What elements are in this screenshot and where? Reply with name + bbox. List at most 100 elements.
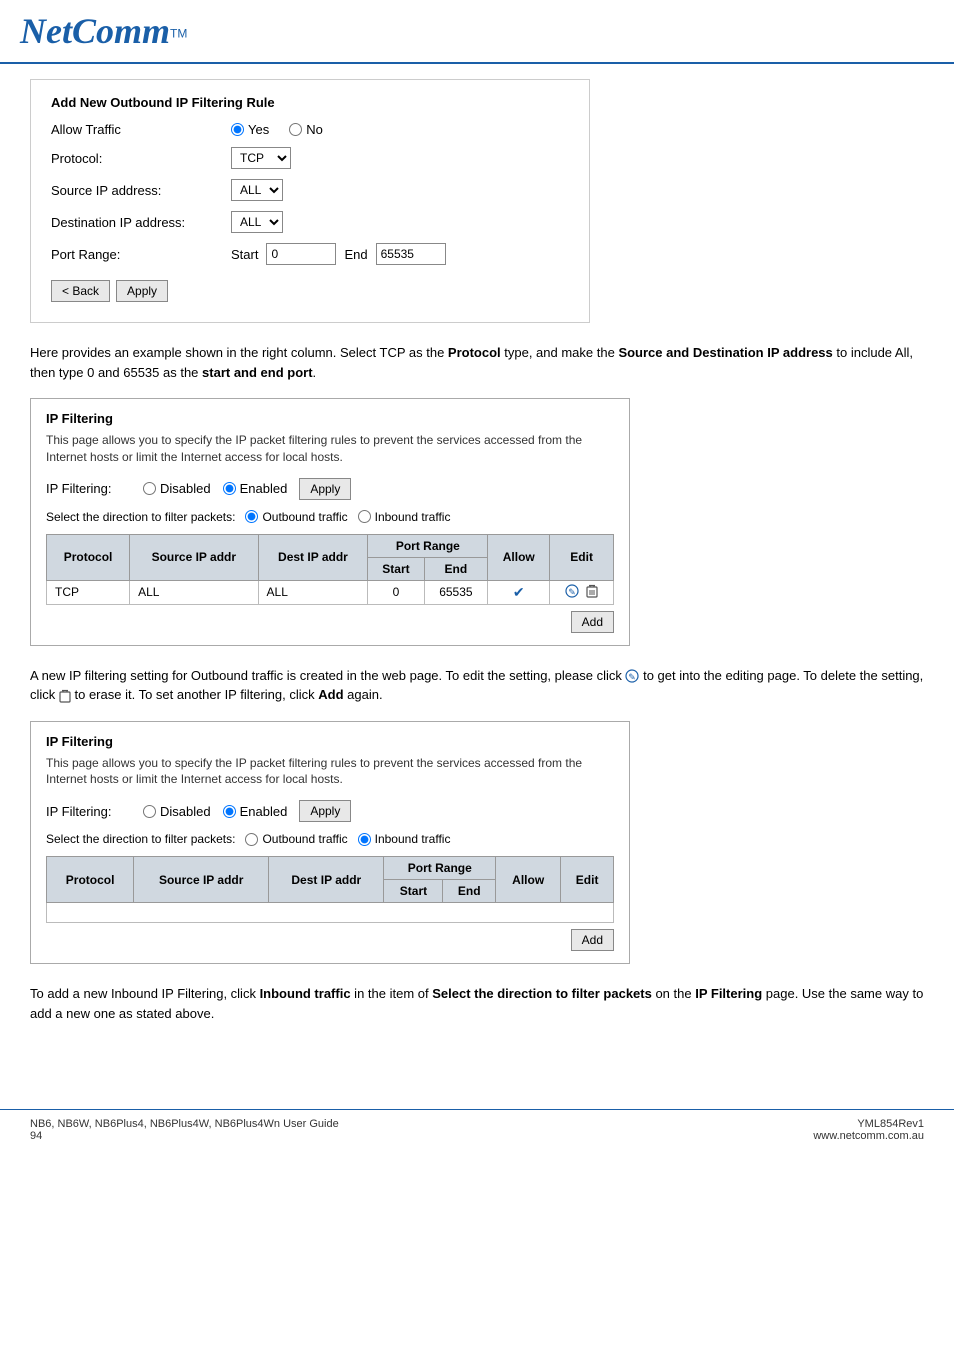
dest-ip-select[interactable]: ALL	[231, 211, 283, 233]
th-allow-1: Allow	[488, 534, 550, 580]
inbound-radio-1[interactable]	[358, 510, 371, 523]
footer-rev: YML854Rev1	[857, 1118, 924, 1130]
protocol-label: Protocol:	[51, 151, 231, 166]
ip-filter-panel-2: IP Filtering This page allows you to spe…	[30, 721, 630, 965]
outbound-label-2: Outbound traffic	[262, 832, 347, 846]
enabled-radio-2[interactable]	[223, 805, 236, 818]
yes-radio[interactable]	[231, 123, 244, 136]
ip-filter-desc-2: This page allows you to specify the IP p…	[46, 755, 614, 789]
th-source-2: Source IP addr	[134, 857, 269, 903]
ip-filter-desc-1: This page allows you to specify the IP p…	[46, 432, 614, 466]
apply-button[interactable]: Apply	[116, 280, 168, 302]
outbound-option-2[interactable]: Outbound traffic	[245, 832, 347, 846]
port-start-input[interactable]	[266, 243, 336, 265]
inbound-label-1: Inbound traffic	[375, 510, 451, 524]
table-row: TCP ALL ALL 0 65535 ✔ ✎	[47, 580, 614, 604]
protocol-select[interactable]: TCP UDP ICMP	[231, 147, 291, 169]
enabled-label-2: Enabled	[240, 804, 288, 819]
enabled-label-1: Enabled	[240, 481, 288, 496]
inbound-option-2[interactable]: Inbound traffic	[358, 832, 451, 846]
th-dest-2: Dest IP addr	[269, 857, 384, 903]
protocol-row: Protocol: TCP UDP ICMP	[51, 147, 569, 169]
port-range-inputs: Start End	[231, 243, 446, 265]
disabled-option-1[interactable]: Disabled	[143, 481, 211, 496]
th-source-1: Source IP addr	[130, 534, 258, 580]
direction-label-1: Select the direction to filter packets:	[46, 510, 235, 524]
footer-url: www.netcomm.com.au	[813, 1130, 924, 1142]
outbound-option-1[interactable]: Outbound traffic	[245, 510, 347, 524]
th-start-2: Start	[384, 880, 443, 903]
paragraph1: Here provides an example shown in the ri…	[30, 343, 924, 382]
disabled-radio-2[interactable]	[143, 805, 156, 818]
delete-icon-1[interactable]	[586, 587, 598, 601]
th-portrange-1: Port Range	[368, 534, 488, 557]
enabled-radio-1[interactable]	[223, 482, 236, 495]
page-header: NetCommTM	[0, 0, 954, 64]
footer-right: YML854Rev1 www.netcomm.com.au	[813, 1118, 924, 1142]
source-ip-select[interactable]: ALL	[231, 179, 283, 201]
logo-text: NetComm	[20, 11, 170, 51]
logo: NetCommTM	[20, 10, 187, 52]
th-start-1: Start	[368, 557, 424, 580]
apply-button-1[interactable]: Apply	[299, 478, 351, 500]
th-protocol-2: Protocol	[47, 857, 134, 903]
ip-filter-title-1: IP Filtering	[46, 411, 614, 426]
no-label: No	[306, 122, 323, 137]
th-edit-1: Edit	[550, 534, 614, 580]
cell-start-1: 0	[368, 580, 424, 604]
source-ip-row: Source IP address: ALL	[51, 179, 569, 201]
add-btn-row-2: Add	[46, 929, 614, 951]
cell-source-1: ALL	[130, 580, 258, 604]
outbound-radio-2[interactable]	[245, 833, 258, 846]
th-dest-1: Dest IP addr	[258, 534, 368, 580]
cell-dest-1: ALL	[258, 580, 368, 604]
no-option[interactable]: No	[289, 122, 323, 137]
th-portrange-2: Port Range	[384, 857, 496, 880]
filter-table-2: Protocol Source IP addr Dest IP addr Por…	[46, 856, 614, 923]
ip-filtering-label-1: IP Filtering:	[46, 481, 131, 496]
inbound-radio-2[interactable]	[358, 833, 371, 846]
disabled-option-2[interactable]: Disabled	[143, 804, 211, 819]
form-buttons: < Back Apply	[51, 280, 569, 302]
th-protocol-1: Protocol	[47, 534, 130, 580]
footer-page: 94	[30, 1130, 42, 1142]
port-range-label: Port Range:	[51, 247, 231, 262]
outbound-label-1: Outbound traffic	[262, 510, 347, 524]
ip-filter-panel-1: IP Filtering This page allows you to spe…	[30, 398, 630, 646]
yes-option[interactable]: Yes	[231, 122, 269, 137]
disabled-radio-1[interactable]	[143, 482, 156, 495]
direction-row-1: Select the direction to filter packets: …	[46, 510, 614, 524]
port-end-input[interactable]	[376, 243, 446, 265]
svg-text:✎: ✎	[629, 672, 637, 682]
inbound-option-1[interactable]: Inbound traffic	[358, 510, 451, 524]
filter-table-1: Protocol Source IP addr Dest IP addr Por…	[46, 534, 614, 605]
apply-button-2[interactable]: Apply	[299, 800, 351, 822]
direction-label-2: Select the direction to filter packets:	[46, 832, 235, 846]
yes-label: Yes	[248, 122, 269, 137]
ip-filter-title-2: IP Filtering	[46, 734, 614, 749]
dest-ip-label: Destination IP address:	[51, 215, 231, 230]
allow-traffic-label: Allow Traffic	[51, 122, 231, 137]
outbound-radio-1[interactable]	[245, 510, 258, 523]
back-button[interactable]: < Back	[51, 280, 110, 302]
edit-icon-1[interactable]: ✎	[565, 584, 579, 598]
form-title: Add New Outbound IP Filtering Rule	[51, 95, 569, 110]
allow-traffic-row: Allow Traffic Yes No	[51, 122, 569, 137]
start-label: Start	[231, 247, 258, 262]
inbound-label-2: Inbound traffic	[375, 832, 451, 846]
paragraph3: To add a new Inbound IP Filtering, click…	[30, 984, 924, 1023]
enabled-option-2[interactable]: Enabled	[223, 804, 288, 819]
cell-edit-1[interactable]: ✎	[550, 580, 614, 604]
add-button-1[interactable]: Add	[571, 611, 614, 633]
allow-traffic-options: Yes No	[231, 122, 323, 137]
no-radio[interactable]	[289, 123, 302, 136]
direction-row-2: Select the direction to filter packets: …	[46, 832, 614, 846]
source-ip-label: Source IP address:	[51, 183, 231, 198]
add-button-2[interactable]: Add	[571, 929, 614, 951]
paragraph2: A new IP filtering setting for Outbound …	[30, 666, 924, 705]
empty-row-2	[47, 903, 614, 923]
cell-end-1: 65535	[424, 580, 488, 604]
enabled-option-1[interactable]: Enabled	[223, 481, 288, 496]
disabled-label-1: Disabled	[160, 481, 211, 496]
ip-filter-status-row-1: IP Filtering: Disabled Enabled Apply	[46, 478, 614, 500]
